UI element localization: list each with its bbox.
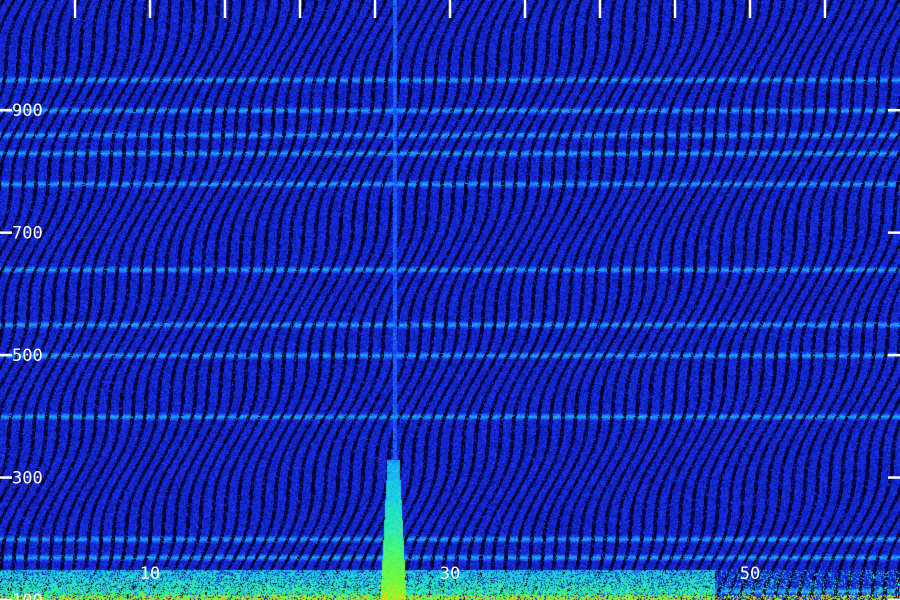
y-tick-label: 500 bbox=[12, 346, 43, 366]
y-tick-label: 900 bbox=[12, 101, 43, 121]
spectrogram-chart: 10 30 50 100 300 500 700 900 bbox=[0, 0, 900, 600]
x-tick-label: 50 bbox=[740, 564, 760, 584]
x-tick-label: 30 bbox=[440, 564, 460, 584]
x-tick-label: 10 bbox=[140, 564, 160, 584]
spectrogram-heatmap bbox=[0, 0, 900, 600]
y-tick-label: 100 bbox=[12, 591, 43, 600]
y-tick-label: 700 bbox=[12, 224, 43, 244]
y-tick-label: 300 bbox=[12, 469, 43, 489]
